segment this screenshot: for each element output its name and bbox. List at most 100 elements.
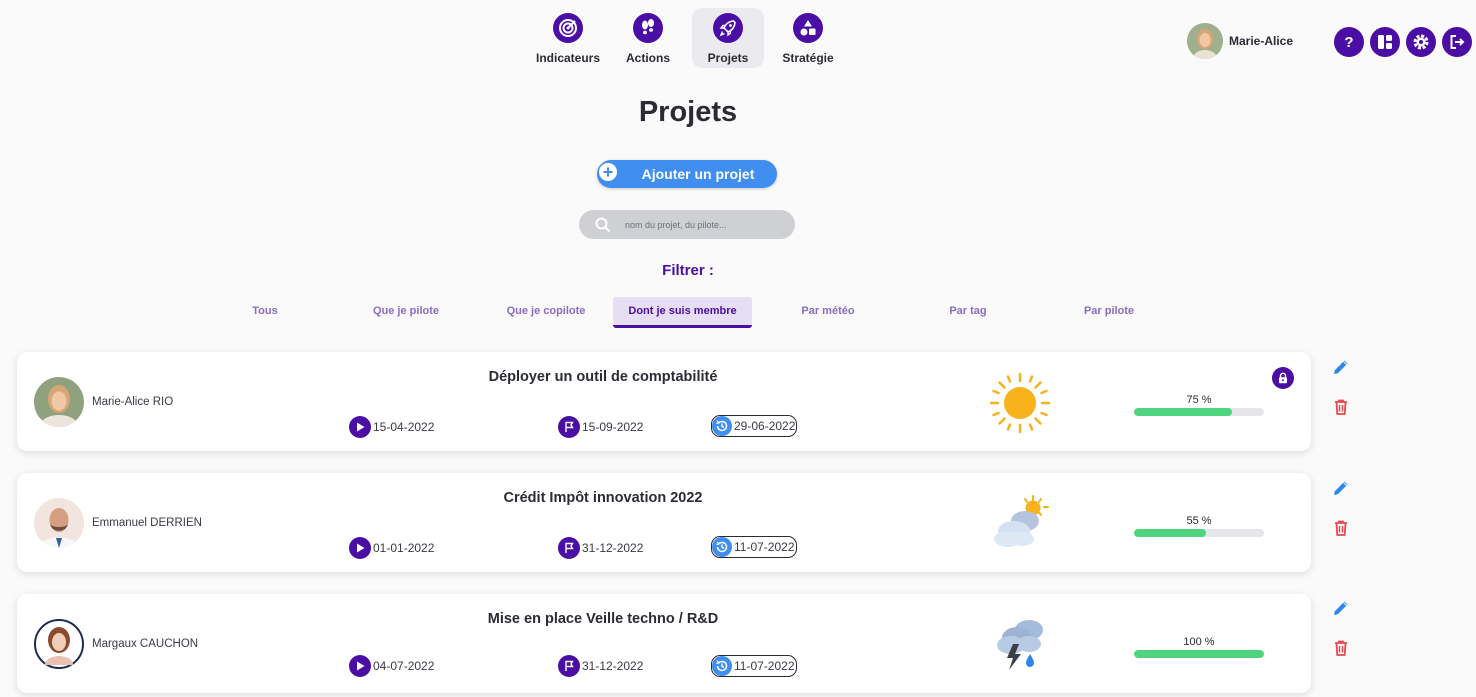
user-menu[interactable]: Marie-Alice: [1187, 23, 1293, 59]
flag-icon: [558, 537, 580, 559]
progress-fill: [1134, 650, 1264, 658]
tab-que-je-copilote[interactable]: Que je copilote: [494, 297, 598, 325]
edit-button[interactable]: [1330, 356, 1352, 378]
help-icon: ?: [1344, 34, 1353, 51]
pilot: Emmanuel DERRIEN: [34, 498, 202, 548]
update-date-value: 29-06-2022: [734, 419, 796, 433]
end-date: 15-09-2022: [558, 416, 643, 438]
nav-label: Stratégie: [782, 51, 834, 65]
progress-label: 100 %: [1183, 636, 1215, 648]
help-button[interactable]: ?: [1334, 27, 1364, 57]
start-date-value: 15-04-2022: [373, 420, 435, 434]
pilot-name: Marie-Alice RIO: [92, 396, 174, 408]
add-project-button[interactable]: Ajouter un projet: [597, 160, 777, 188]
project-title: Crédit Impôt innovation 2022: [503, 490, 703, 506]
progress-label: 75 %: [1186, 394, 1212, 406]
project-card[interactable]: Emmanuel DERRIEN Crédit Impôt innovation…: [17, 473, 1311, 572]
filter-label: Filtrer :: [662, 262, 714, 279]
flag-icon: [558, 655, 580, 677]
plus-icon: [599, 163, 617, 181]
update-date-value: 11-07-2022: [734, 659, 795, 673]
progress-label: 55 %: [1186, 515, 1212, 527]
edit-button[interactable]: [1330, 597, 1352, 619]
pencil-icon: [1334, 360, 1348, 374]
progress: 100 %: [1134, 636, 1264, 658]
storm-icon: [989, 614, 1051, 676]
delete-button[interactable]: [1330, 517, 1352, 539]
search-input[interactable]: [623, 218, 787, 231]
nav-label: Indicateurs: [535, 51, 601, 65]
update-date: 11-07-2022: [711, 655, 797, 677]
tab-par-tag[interactable]: Par tag: [928, 297, 1008, 325]
nav-item-actions[interactable]: Actions: [608, 8, 688, 68]
update-date: 11-07-2022: [711, 536, 797, 558]
progress-fill: [1134, 529, 1206, 537]
tab-par-meteo[interactable]: Par météo: [783, 297, 873, 325]
update-date-value: 11-07-2022: [734, 540, 795, 554]
tab-dont-je-suis-membre[interactable]: Dont je suis membre: [613, 297, 752, 328]
progress: 55 %: [1134, 515, 1264, 537]
project-card[interactable]: Margaux CAUCHON Mise en place Veille tec…: [17, 594, 1311, 693]
pencil-icon: [1334, 601, 1348, 615]
avatar: [34, 377, 84, 427]
end-date: 31-12-2022: [558, 537, 643, 559]
trash-icon: [1335, 520, 1347, 536]
project-title: Déployer un outil de comptabilité: [488, 369, 718, 385]
add-project-label: Ajouter un projet: [641, 166, 755, 182]
pilot-name: Margaux CAUCHON: [92, 638, 199, 650]
target-icon: [553, 13, 583, 43]
progress-track: [1134, 408, 1264, 416]
start-date: 01-01-2022: [349, 537, 434, 559]
row-actions: [1330, 597, 1352, 659]
dashboard-button[interactable]: [1370, 27, 1400, 57]
nav-label: Actions: [625, 51, 670, 65]
history-icon: [712, 416, 732, 436]
nav-item-indicateurs[interactable]: Indicateurs: [528, 8, 608, 68]
history-icon: [712, 537, 732, 557]
tab-par-pilote[interactable]: Par pilote: [1064, 297, 1154, 325]
pencil-icon: [1334, 481, 1348, 495]
partly-cloudy-icon: [989, 493, 1051, 555]
start-date-value: 01-01-2022: [373, 541, 435, 555]
search-icon: [595, 217, 611, 233]
tab-que-je-pilote[interactable]: Que je pilote: [356, 297, 456, 325]
edit-button[interactable]: [1330, 477, 1352, 499]
progress-fill: [1134, 408, 1232, 416]
end-date: 31-12-2022: [558, 655, 643, 677]
row-actions: [1330, 477, 1352, 539]
lock-icon: [1272, 367, 1294, 389]
pilot-name: Emmanuel DERRIEN: [92, 517, 202, 529]
filter-tabs: Tous Que je pilote Que je copilote Dont …: [0, 297, 1476, 331]
progress-track: [1134, 529, 1264, 537]
sun-icon: [989, 372, 1051, 434]
update-date: 29-06-2022: [711, 415, 798, 437]
row-actions: [1330, 356, 1352, 418]
pilot: Margaux CAUCHON: [34, 619, 198, 669]
svg-text:?: ?: [1344, 34, 1353, 51]
history-icon: [712, 656, 732, 676]
project-card[interactable]: Marie-Alice RIO Déployer un outil de com…: [17, 352, 1311, 451]
tab-tous[interactable]: Tous: [225, 297, 305, 325]
end-date-value: 31-12-2022: [582, 659, 644, 673]
project-title: Mise en place Veille techno / R&D: [487, 611, 719, 627]
rocket-icon: [713, 13, 743, 43]
shapes-icon: [793, 13, 823, 43]
progress: 75 %: [1134, 394, 1264, 416]
dashboard-icon: [1378, 35, 1392, 49]
nav-label: Projets: [707, 51, 749, 65]
delete-button[interactable]: [1330, 396, 1352, 418]
top-actions: ?: [1334, 27, 1472, 57]
end-date-value: 31-12-2022: [582, 541, 644, 555]
play-icon: [349, 537, 371, 559]
logout-button[interactable]: [1442, 27, 1472, 57]
main-nav: Indicateurs Actions Projets Stratégie: [528, 8, 848, 68]
delete-button[interactable]: [1330, 637, 1352, 659]
start-date: 04-07-2022: [349, 655, 434, 677]
trash-icon: [1335, 640, 1347, 656]
nav-item-projets[interactable]: Projets: [692, 8, 764, 68]
nav-item-strategie[interactable]: Stratégie: [768, 8, 848, 68]
avatar: [34, 498, 84, 548]
settings-button[interactable]: [1406, 27, 1436, 57]
start-date-value: 04-07-2022: [373, 659, 435, 673]
pilot: Marie-Alice RIO: [34, 377, 173, 427]
